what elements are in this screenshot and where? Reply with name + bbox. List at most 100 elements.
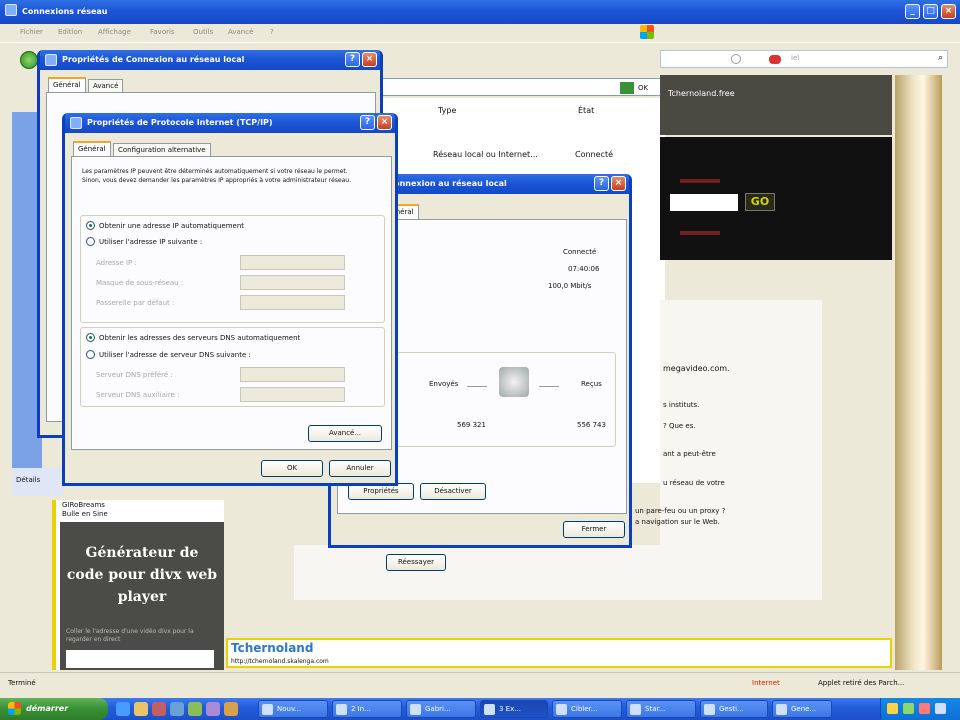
close-button[interactable]: × [941, 4, 956, 19]
banner-title[interactable]: Tchernoland [231, 641, 313, 655]
tray-icon-3[interactable] [919, 703, 930, 714]
gateway-field[interactable] [240, 295, 345, 310]
retry-button[interactable]: Réessayer [386, 554, 446, 571]
site-side-decoration [895, 75, 942, 670]
banner-url[interactable]: http://tchernoland.skalenga.com [231, 658, 329, 665]
menu-tools[interactable]: Outils [193, 28, 213, 36]
minimize-button[interactable]: _ [905, 4, 920, 19]
help-button[interactable]: ? [594, 176, 609, 191]
close-button[interactable]: × [362, 52, 377, 67]
menu-bar: Fichier Edition Affichage Favoris Outils… [0, 24, 960, 42]
advanced-button[interactable]: Avancé... [308, 425, 382, 442]
error-line-6: un pare-feu ou un proxy ? [635, 507, 726, 515]
menu-help[interactable]: ? [270, 28, 274, 36]
taskbar-item-2[interactable]: 2 In... [332, 700, 402, 718]
ip-address-label: Adresse IP : [96, 259, 137, 267]
quicklaunch-folder-icon[interactable] [134, 702, 148, 716]
menu-edit[interactable]: Edition [58, 28, 82, 36]
subnet-mask-field[interactable] [240, 275, 345, 290]
taskbar-item-8[interactable]: Gene... [772, 700, 832, 718]
go-button[interactable]: GO [745, 193, 775, 211]
ok-button[interactable]: OK [261, 460, 323, 477]
status-bar: Terminé Internet Applet retiré des Parch… [0, 672, 960, 698]
start-button[interactable]: démarrer [0, 698, 108, 720]
status-value: Connecté [563, 248, 597, 256]
quicklaunch-extra-icon[interactable] [206, 702, 220, 716]
status-zone: Internet [752, 679, 780, 687]
site-login-panel: GO [660, 137, 892, 260]
ip-auto-radio[interactable] [86, 221, 95, 230]
details-tab[interactable]: Détails [12, 468, 64, 496]
windows-flag-icon [8, 702, 21, 715]
column-type[interactable]: Type [438, 106, 456, 115]
search-icon[interactable]: ⌕ [938, 53, 943, 63]
subnet-mask-label: Masque de sous-réseau : [96, 279, 184, 287]
sidebar-link-1[interactable]: GIRoBreams [62, 501, 105, 509]
received-label: Reçus [581, 380, 602, 388]
dns-alternate-label: Serveur DNS auxiliaire : [96, 391, 180, 399]
ip-address-field[interactable] [240, 255, 345, 270]
help-button[interactable]: ? [360, 115, 375, 130]
help-button[interactable]: ? [345, 52, 360, 67]
connection-type: Réseau local ou Internet... [433, 150, 538, 159]
quicklaunch-extra2-icon[interactable] [224, 702, 238, 716]
go-label: OK [638, 84, 649, 92]
site-red-link[interactable] [680, 231, 720, 235]
site-header-title: Tchernoland.free [668, 89, 735, 98]
menu-favorites[interactable]: Favoris [150, 28, 175, 36]
taskbar-item-4[interactable]: 3 Ex... [480, 700, 548, 718]
ip-manual-label[interactable]: Utiliser l'adresse IP suivante : [99, 238, 202, 246]
network-icon [45, 54, 57, 66]
connection-state: Connecté [575, 150, 613, 159]
tray-icon-1[interactable] [887, 703, 898, 714]
go-icon[interactable] [620, 82, 634, 94]
maximize-button[interactable]: □ [923, 4, 938, 19]
close-button[interactable]: × [611, 176, 626, 191]
quicklaunch-ie-icon[interactable] [116, 702, 130, 716]
column-state[interactable]: État [578, 106, 594, 115]
dns-manual-radio[interactable] [86, 350, 95, 359]
taskbar-item-3[interactable]: Gabri... [406, 700, 476, 718]
error-line-1: megavideo.com. [663, 364, 730, 373]
site-banner: Tchernoland http://tchernoland.skalenga.… [226, 638, 892, 668]
search-provider-icon [769, 55, 781, 64]
tab-advanced[interactable]: Avancé [88, 79, 124, 93]
tcpip-properties-title: Propriétés de Protocole Internet (TCP/IP… [87, 118, 273, 127]
ip-auto-label[interactable]: Obtenir une adresse IP automatiquement [99, 222, 244, 230]
search-box[interactable]: iel ⌕ [660, 50, 948, 68]
tray-icon-4[interactable] [935, 703, 946, 714]
dns-auto-radio[interactable] [86, 333, 95, 342]
login-input[interactable] [670, 194, 738, 211]
tab-general[interactable]: Général [48, 77, 86, 92]
quicklaunch-app-icon[interactable] [152, 702, 166, 716]
connection-properties-title: Propriétés de Connexion au réseau local [62, 55, 245, 64]
tray-icon-2[interactable] [903, 703, 914, 714]
tab-general[interactable]: Général [73, 141, 111, 156]
menu-file[interactable]: Fichier [20, 28, 43, 36]
menu-view[interactable]: Affichage [98, 28, 131, 36]
duration-value: 07:40:06 [568, 265, 600, 273]
back-icon[interactable] [20, 51, 38, 69]
close-dialog-button[interactable]: Fermer [563, 521, 625, 538]
cancel-button[interactable]: Annuler [329, 460, 391, 477]
disable-button[interactable]: Désactiver [420, 483, 486, 500]
tcpip-general-panel: Les paramètres IP peuvent être déterminé… [71, 156, 392, 450]
dns-auto-label[interactable]: Obtenir les adresses des serveurs DNS au… [99, 334, 300, 342]
dns-alternate-field[interactable] [240, 387, 345, 402]
quicklaunch-desktop-icon[interactable] [170, 702, 184, 716]
divx-url-input[interactable] [66, 650, 214, 668]
sidebar-link-2[interactable]: Bulle en Sine [62, 510, 108, 518]
system-tray [880, 698, 960, 720]
close-button[interactable]: × [377, 115, 392, 130]
taskbar-item-7[interactable]: Gesti... [700, 700, 768, 718]
sent-label: Envoyés [429, 380, 459, 388]
tab-alternate-config[interactable]: Configuration alternative [113, 143, 211, 157]
taskbar-item-5[interactable]: Cibler... [552, 700, 622, 718]
ip-manual-radio[interactable] [86, 237, 95, 246]
taskbar-item-1[interactable]: Nouv... [258, 700, 328, 718]
dns-manual-label[interactable]: Utiliser l'adresse de serveur DNS suivan… [99, 351, 251, 359]
dns-preferred-field[interactable] [240, 367, 345, 382]
menu-advanced[interactable]: Avancé [228, 28, 253, 36]
taskbar-item-6[interactable]: Star... [626, 700, 696, 718]
quicklaunch-media-icon[interactable] [188, 702, 202, 716]
